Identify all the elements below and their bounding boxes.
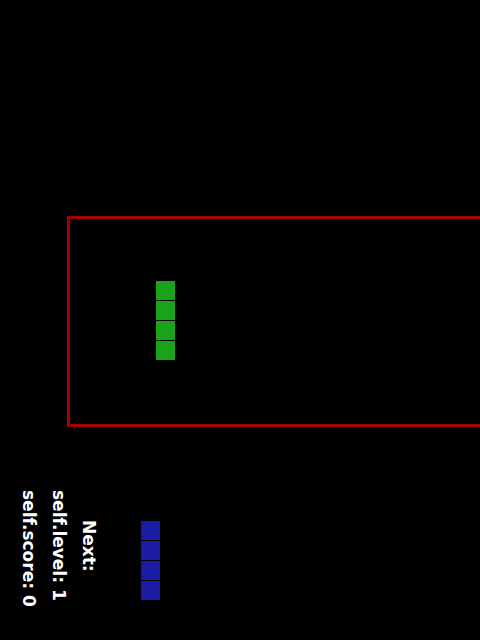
- next-piece-block: [141, 581, 160, 600]
- current-piece-block: [156, 301, 175, 320]
- next-piece-block: [141, 561, 160, 580]
- level-label: self.level: 1: [49, 490, 69, 601]
- game-board: [67, 216, 480, 427]
- current-piece-block: [156, 321, 175, 340]
- current-piece-block: [156, 341, 175, 360]
- game-screen: self.score: 0 self.level: 1 Next:: [0, 0, 480, 640]
- next-label: Next:: [79, 520, 99, 572]
- next-piece-block: [141, 541, 160, 560]
- score-label: self.score: 0: [19, 490, 39, 607]
- current-piece-block: [156, 281, 175, 300]
- next-piece-preview: [141, 521, 161, 601]
- next-piece-block: [141, 521, 160, 540]
